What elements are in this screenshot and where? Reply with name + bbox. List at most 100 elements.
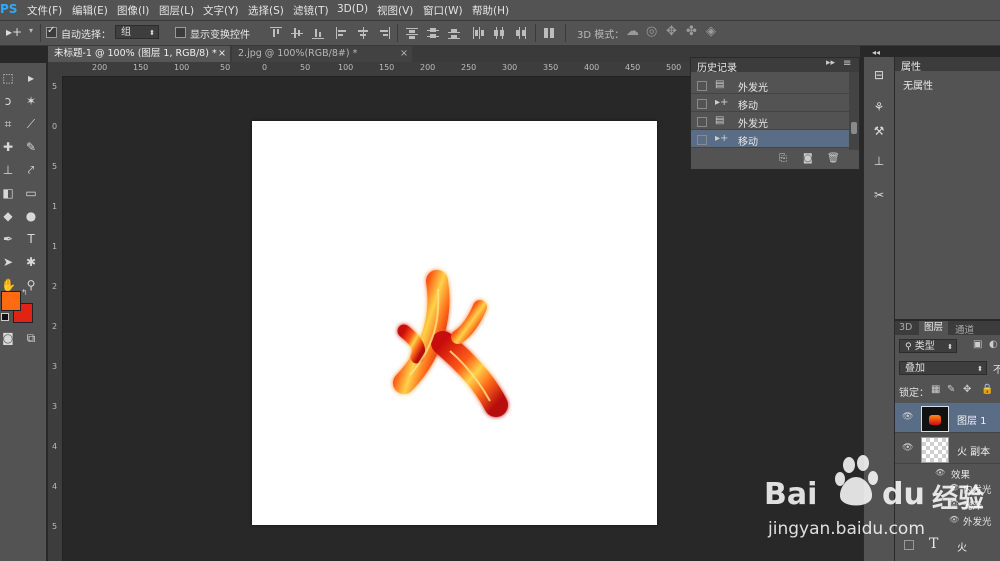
- menu-help[interactable]: 帮助(H): [472, 3, 509, 18]
- new-document-from-state-icon[interactable]: ⎘: [779, 153, 787, 164]
- history-snapshot-checkbox[interactable]: [697, 135, 707, 145]
- lock-all-icon[interactable]: 🔒: [981, 384, 993, 395]
- move-tool-icon[interactable]: ▸: [24, 71, 38, 85]
- history-panel-icon[interactable]: ⊟: [871, 67, 887, 83]
- panel-menu-icon[interactable]: ≡: [843, 58, 851, 69]
- history-brush-tool-icon[interactable]: ⤤: [24, 163, 38, 177]
- history-item[interactable]: ▤ 外发光: [691, 112, 849, 130]
- lock-image-icon[interactable]: ✎: [947, 384, 955, 395]
- history-item[interactable]: ▤ 外发光: [691, 76, 849, 94]
- auto-select-dropdown[interactable]: 组 ⬍: [115, 25, 159, 39]
- foreground-color-swatch[interactable]: [1, 291, 21, 311]
- history-snapshot-checkbox[interactable]: [697, 81, 707, 91]
- scrollbar-thumb[interactable]: [851, 122, 857, 134]
- gradient-tool-icon[interactable]: ▭: [24, 186, 38, 200]
- menu-image[interactable]: 图像(I): [117, 3, 149, 18]
- orbit-3d-icon[interactable]: ☁: [626, 24, 639, 39]
- distribute-bottom-icon[interactable]: [448, 27, 460, 39]
- close-icon[interactable]: ×: [218, 46, 226, 62]
- distribute-hcenter-icon[interactable]: [493, 27, 505, 39]
- drag-3d-icon[interactable]: ✥: [666, 24, 677, 39]
- blend-mode-dropdown[interactable]: 叠加 ⬍: [899, 361, 987, 375]
- auto-select-checkbox[interactable]: ✓: [46, 25, 57, 38]
- tab-untitled-1[interactable]: 未标题-1 @ 100% (图层 1, RGB/8) * ×: [48, 46, 230, 62]
- history-panel-title[interactable]: 历史记录: [697, 59, 737, 74]
- screen-mode-icon[interactable]: ⧉: [24, 331, 38, 345]
- dodge-tool-icon[interactable]: ●: [24, 209, 38, 223]
- magic-wand-tool-icon[interactable]: ✶: [24, 94, 38, 108]
- roll-3d-icon[interactable]: ◎: [646, 24, 657, 39]
- lock-transparent-icon[interactable]: ▦: [931, 384, 940, 395]
- quick-mask-icon[interactable]: ◙: [1, 331, 15, 345]
- layer-row-selected[interactable]: 👁 图层 1: [895, 403, 1000, 433]
- menu-file[interactable]: 文件(F): [27, 3, 62, 18]
- visibility-eye-icon[interactable]: 👁: [902, 412, 913, 422]
- crop-tool-icon[interactable]: ⌗: [1, 117, 15, 131]
- align-right-icon[interactable]: [378, 27, 390, 39]
- move-tool-preset-icon[interactable]: ▸+: [6, 25, 22, 39]
- align-left-icon[interactable]: [336, 27, 348, 39]
- eyedropper-tool-icon[interactable]: ⟋: [24, 117, 38, 131]
- camera-snapshot-icon[interactable]: ◙: [803, 153, 813, 164]
- swap-colors-icon[interactable]: ↰: [21, 288, 28, 297]
- visibility-eye-icon[interactable]: 👁: [902, 443, 913, 453]
- custom-shape-tool-icon[interactable]: ✱: [24, 255, 38, 269]
- auto-align-icon[interactable]: [543, 27, 555, 39]
- menu-edit[interactable]: 编辑(E): [72, 3, 108, 18]
- tab-3d[interactable]: 3D: [899, 322, 912, 333]
- scale-3d-icon[interactable]: ◈: [706, 24, 716, 39]
- layer-filter-dropdown[interactable]: ⚲ 类型 ⬍: [899, 339, 957, 353]
- path-selection-tool-icon[interactable]: ➤: [1, 255, 15, 269]
- tab-2-jpg[interactable]: 2.jpg @ 100%(RGB/8#) * ×: [232, 46, 412, 62]
- brush-panel-icon[interactable]: ⚒: [871, 123, 887, 139]
- distribute-top-icon[interactable]: [406, 27, 418, 39]
- tab-channels[interactable]: 通道: [955, 322, 974, 336]
- filter-adjustment-icon[interactable]: ◐: [989, 339, 998, 350]
- brush-tool-icon[interactable]: ✎: [24, 140, 38, 154]
- type-tool-icon[interactable]: T: [24, 232, 38, 246]
- pen-tool-icon[interactable]: ✒: [1, 232, 15, 246]
- menu-window[interactable]: 窗口(W): [423, 3, 463, 18]
- close-icon[interactable]: ×: [400, 46, 408, 62]
- align-hcenter-icon[interactable]: [357, 27, 369, 39]
- menu-3d[interactable]: 3D(D): [337, 3, 368, 15]
- history-snapshot-checkbox[interactable]: [697, 117, 707, 127]
- document-canvas[interactable]: [252, 121, 657, 525]
- history-item-selected[interactable]: ▸+ 移动: [691, 130, 849, 148]
- menu-view[interactable]: 视图(V): [377, 3, 413, 18]
- chevron-down-icon[interactable]: ▾: [29, 26, 33, 35]
- history-snapshot-checkbox[interactable]: [697, 99, 707, 109]
- show-transform-checkbox[interactable]: [175, 27, 186, 38]
- healing-brush-tool-icon[interactable]: ✚: [1, 140, 15, 154]
- tab-layers[interactable]: 图层: [919, 321, 949, 335]
- collapse-icon[interactable]: ▸▸: [826, 58, 835, 68]
- history-item[interactable]: ▸+ 移动: [691, 94, 849, 112]
- clone-stamp-tool-icon[interactable]: ⊥: [1, 163, 15, 177]
- distribute-left-icon[interactable]: [472, 27, 484, 39]
- filter-pixel-icon[interactable]: ▣: [973, 339, 982, 350]
- align-vcenter-icon[interactable]: [291, 27, 303, 39]
- brush-presets-icon[interactable]: ⚘: [871, 99, 887, 115]
- align-top-icon[interactable]: [270, 27, 282, 39]
- clone-source-icon[interactable]: ⊥: [871, 153, 887, 169]
- blur-tool-icon[interactable]: ◆: [1, 209, 15, 223]
- hand-tool-icon[interactable]: ✋: [1, 278, 16, 292]
- eraser-tool-icon[interactable]: ◧: [1, 186, 15, 200]
- tool-presets-icon[interactable]: ✂: [871, 187, 887, 203]
- lasso-tool-icon[interactable]: ↄ: [1, 94, 15, 108]
- distribute-vcenter-icon[interactable]: [427, 27, 439, 39]
- slide-3d-icon[interactable]: ✤: [686, 24, 697, 39]
- default-colors-icon[interactable]: [1, 313, 9, 321]
- history-scrollbar[interactable]: [849, 72, 859, 150]
- distribute-right-icon[interactable]: [514, 27, 526, 39]
- menu-select[interactable]: 选择(S): [248, 3, 284, 18]
- marquee-tool-icon[interactable]: ⬚: [1, 71, 15, 85]
- lock-position-icon[interactable]: ✥: [963, 384, 971, 395]
- menu-layer[interactable]: 图层(L): [159, 3, 194, 18]
- menu-type[interactable]: 文字(Y): [203, 3, 239, 18]
- menu-filter[interactable]: 滤镜(T): [293, 3, 329, 18]
- layer-name[interactable]: 图层 1: [957, 412, 987, 427]
- collapse-dock-icon[interactable]: ◂◂: [872, 48, 880, 57]
- align-bottom-icon[interactable]: [312, 27, 324, 39]
- trash-icon[interactable]: 🗑: [827, 153, 840, 164]
